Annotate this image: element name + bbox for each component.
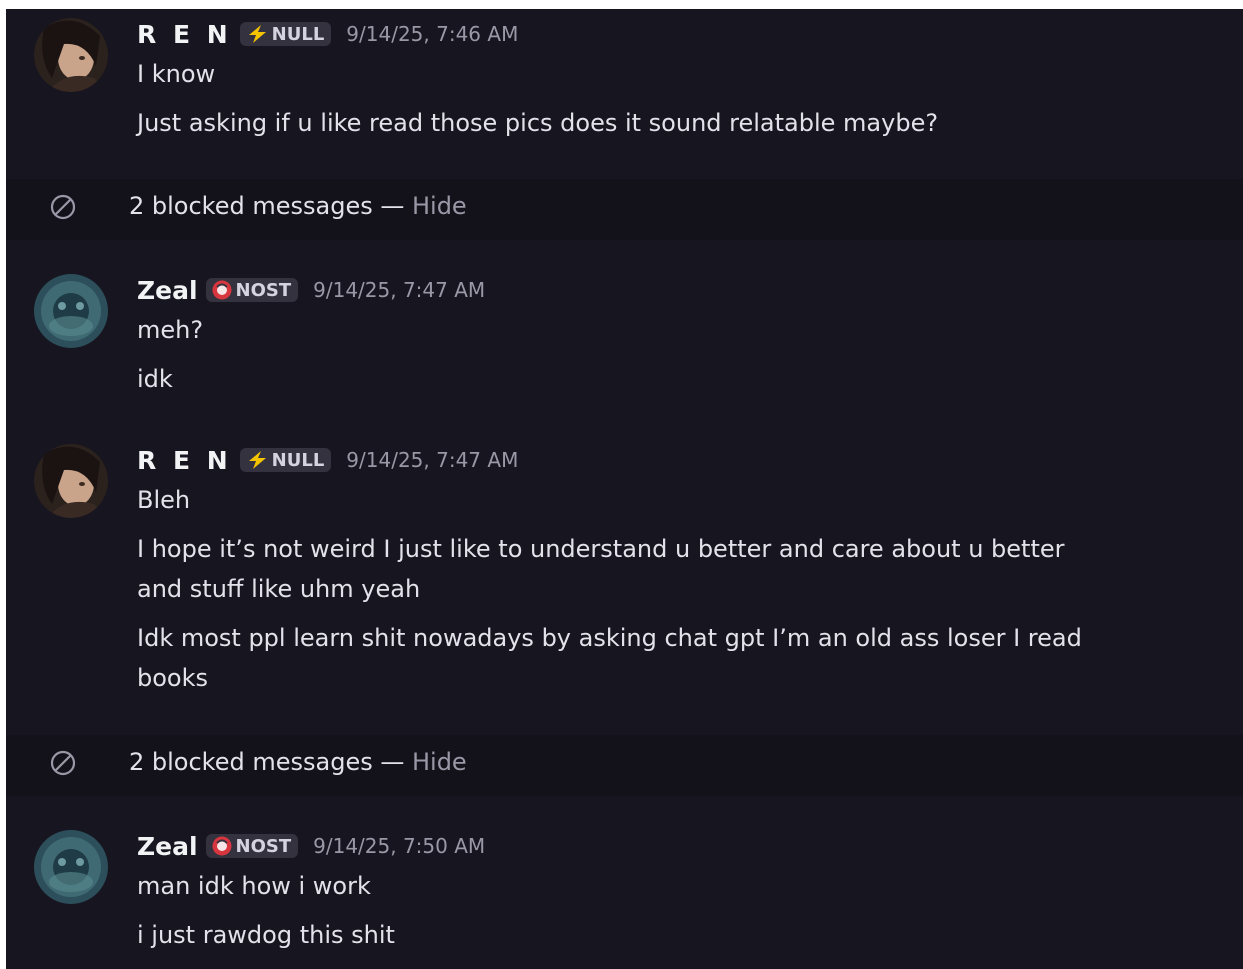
server-tag[interactable]: NULL <box>239 22 332 46</box>
message-group: Zeal NOST 9/14/25, 7:50 AM man idk how i… <box>6 821 1243 969</box>
blocked-icon <box>50 194 76 220</box>
message-group: R E N NULL 9/14/25, 7:46 AM I know Just … <box>6 9 1243 179</box>
server-tag-label: NULL <box>271 449 325 471</box>
timestamp: 9/14/25, 7:46 AM <box>346 22 519 46</box>
blocked-messages-row: 2 blocked messages — Hide <box>6 732 1243 793</box>
message-group: R E N NULL 9/14/25, 7:47 AM Bleh I hope … <box>6 435 1243 735</box>
user-avatar[interactable] <box>34 830 108 904</box>
blocked-messages-text: 2 blocked messages — Hide <box>129 176 467 237</box>
message-header: R E N NULL 9/14/25, 7:46 AM <box>137 18 518 50</box>
avatar-image <box>34 274 108 348</box>
message-header: Zeal NOST 9/14/25, 7:50 AM <box>137 830 485 862</box>
message-header: Zeal NOST 9/14/25, 7:47 AM <box>137 274 485 306</box>
server-tag-label: NOST <box>235 835 292 857</box>
avatar-image <box>34 830 108 904</box>
server-tag[interactable]: NULL <box>239 448 332 472</box>
message-text: i just rawdog this shit <box>137 921 395 949</box>
message-text: I know <box>137 60 216 88</box>
user-avatar[interactable] <box>34 444 108 518</box>
lightning-icon <box>245 450 269 470</box>
server-tag-label: NOST <box>235 279 292 301</box>
lightning-icon <box>245 24 269 44</box>
avatar-image <box>34 444 108 518</box>
avatar-image <box>34 18 108 92</box>
blocked-messages-text: 2 blocked messages — Hide <box>129 732 467 793</box>
message-group: Zeal NOST 9/14/25, 7:47 AM meh? idk <box>6 265 1243 405</box>
chat-pane: R E N NULL 9/14/25, 7:46 AM I know Just … <box>6 9 1243 969</box>
hide-link[interactable]: Hide <box>412 748 467 776</box>
message-text: I hope it’s not weird I just like to und… <box>137 535 1065 563</box>
timestamp: 9/14/25, 7:50 AM <box>313 834 486 858</box>
hide-link[interactable]: Hide <box>412 192 467 220</box>
server-tag[interactable]: NOST <box>205 834 299 858</box>
message-text: Just asking if u like read those pics do… <box>137 109 939 137</box>
user-avatar[interactable] <box>34 18 108 92</box>
timestamp: 9/14/25, 7:47 AM <box>346 448 519 472</box>
blocked-messages-label: 2 blocked messages — <box>129 192 412 220</box>
message-text: Idk most ppl learn shit nowadays by aski… <box>137 624 1082 652</box>
username[interactable]: Zeal <box>137 832 198 861</box>
user-avatar[interactable] <box>34 274 108 348</box>
message-header: R E N NULL 9/14/25, 7:47 AM <box>137 444 518 476</box>
message-text: and stuff like uhm yeah <box>137 575 421 603</box>
timestamp: 9/14/25, 7:47 AM <box>313 278 486 302</box>
message-text: books <box>137 664 209 692</box>
message-text: meh? <box>137 316 204 344</box>
username[interactable]: R E N <box>137 20 232 49</box>
blocked-messages-label: 2 blocked messages — <box>129 748 412 776</box>
message-text: Bleh <box>137 486 191 514</box>
blocked-icon <box>50 750 76 776</box>
message-text: man idk how i work <box>137 872 371 900</box>
blocked-messages-row: 2 blocked messages — Hide <box>6 176 1243 237</box>
red-ring-icon <box>211 835 233 857</box>
username[interactable]: R E N <box>137 446 232 475</box>
red-ring-icon <box>211 279 233 301</box>
username[interactable]: Zeal <box>137 276 198 305</box>
server-tag-label: NULL <box>271 23 325 45</box>
message-text: idk <box>137 365 173 393</box>
server-tag[interactable]: NOST <box>205 278 299 302</box>
